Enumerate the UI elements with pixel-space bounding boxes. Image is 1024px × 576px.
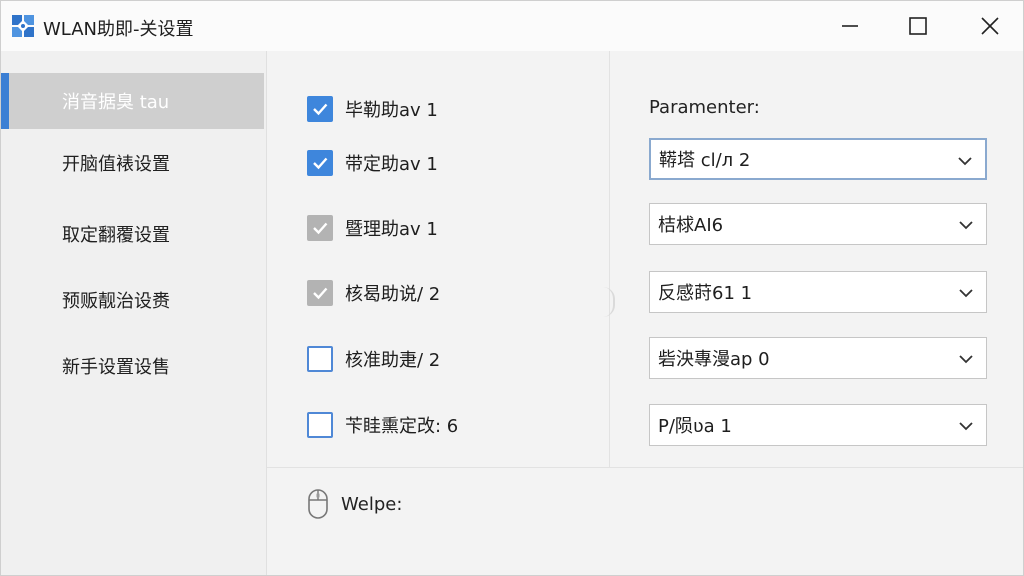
footer-divider bbox=[267, 467, 1023, 468]
option-row-1[interactable]: 毕勒助av 1 bbox=[307, 94, 438, 124]
parameter-heading: Paramenter: bbox=[649, 97, 760, 118]
chevron-down-icon bbox=[958, 157, 972, 166]
settings-panel: 毕勒助av 1 带定助av 1 暨理助av 1 核曷助说/ 2 核准助疌/ 2 bbox=[267, 51, 1023, 575]
close-button[interactable] bbox=[954, 1, 1023, 51]
maximize-icon bbox=[909, 17, 927, 35]
chevron-down-icon bbox=[959, 221, 973, 230]
select-value: 反感莳61 1 bbox=[658, 283, 753, 304]
app-window: WLAN助即-关设置 消音据臭 tau 开脑值裱设置 取定翻覆设置 预贩靓治设赉… bbox=[0, 0, 1024, 576]
close-icon bbox=[981, 17, 999, 35]
sidebar: 消音据臭 tau 开脑值裱设置 取定翻覆设置 预贩靓治设赉 新手设置设售 bbox=[1, 51, 267, 575]
option-row-2[interactable]: 带定助av 1 bbox=[307, 148, 438, 178]
option-label: 带定助av 1 bbox=[345, 154, 438, 175]
maximize-button[interactable] bbox=[882, 1, 954, 51]
window-title: WLAN助即-关设置 bbox=[43, 19, 194, 40]
option-row-6[interactable]: 苄眭熏定改: 6 bbox=[307, 410, 458, 440]
chevron-down-icon bbox=[959, 422, 973, 431]
sidebar-item-label: 预贩靓治设赉 bbox=[62, 291, 170, 312]
option-label: 暨理助av 1 bbox=[345, 219, 438, 240]
footer-label: Welpe: bbox=[341, 493, 403, 515]
sidebar-item-1[interactable]: 消音据臭 tau bbox=[1, 73, 264, 129]
chevron-down-icon bbox=[959, 355, 973, 364]
parameter-select-2[interactable]: 桔梂AI6 bbox=[649, 203, 987, 245]
sidebar-item-3[interactable]: 取定翻覆设置 bbox=[1, 206, 264, 262]
checkbox-checked-disabled[interactable] bbox=[307, 215, 333, 241]
option-row-4[interactable]: 核曷助说/ 2 bbox=[307, 278, 440, 308]
option-label: 苄眭熏定改: 6 bbox=[345, 416, 459, 437]
app-icon bbox=[11, 14, 35, 38]
chevron-down-icon bbox=[959, 289, 973, 298]
sidebar-item-label: 新手设置设售 bbox=[62, 357, 170, 378]
minimize-icon bbox=[842, 25, 858, 27]
checkmark-icon bbox=[313, 103, 328, 116]
parameter-select-3[interactable]: 反感莳61 1 bbox=[649, 271, 987, 313]
select-value: 鞯塔 cl/л 2 bbox=[659, 150, 751, 171]
checkmark-icon bbox=[313, 157, 328, 170]
checkbox-checked-disabled[interactable] bbox=[307, 280, 333, 306]
checkmark-icon bbox=[313, 287, 328, 300]
footer: Welpe: bbox=[307, 487, 402, 521]
checkbox-unchecked[interactable] bbox=[307, 346, 333, 372]
checkbox-checked[interactable] bbox=[307, 96, 333, 122]
panel-divider bbox=[609, 51, 610, 467]
option-label: 核曷助说/ 2 bbox=[345, 284, 441, 305]
sidebar-item-4[interactable]: 预贩靓治设赉 bbox=[1, 272, 264, 328]
sidebar-item-label: 开脑值裱设置 bbox=[62, 154, 170, 175]
mouse-icon bbox=[308, 489, 328, 519]
checkmark-icon bbox=[313, 222, 328, 235]
option-label: 核准助疌/ 2 bbox=[345, 350, 441, 371]
sidebar-item-label: 消音据臭 tau bbox=[62, 92, 170, 113]
select-value: 桔梂AI6 bbox=[658, 215, 724, 236]
checkbox-checked[interactable] bbox=[307, 150, 333, 176]
checkbox-unchecked[interactable] bbox=[307, 412, 333, 438]
parameter-select-1[interactable]: 鞯塔 cl/л 2 bbox=[649, 138, 987, 180]
sidebar-item-5[interactable]: 新手设置设售 bbox=[1, 338, 264, 394]
sidebar-item-label: 取定翻覆设置 bbox=[62, 225, 170, 246]
select-value: P/陨ʋa 1 bbox=[658, 416, 732, 437]
splitter-handle[interactable] bbox=[603, 287, 615, 317]
sidebar-item-2[interactable]: 开脑值裱设置 bbox=[1, 135, 264, 191]
title-bar[interactable]: WLAN助即-关设置 bbox=[1, 1, 1023, 51]
select-value: 砦泱專漫ap 0 bbox=[658, 349, 770, 370]
minimize-button[interactable] bbox=[814, 1, 886, 51]
option-row-3[interactable]: 暨理助av 1 bbox=[307, 213, 438, 243]
option-row-5[interactable]: 核准助疌/ 2 bbox=[307, 344, 440, 374]
option-label: 毕勒助av 1 bbox=[345, 100, 438, 121]
parameter-select-4[interactable]: 砦泱專漫ap 0 bbox=[649, 337, 987, 379]
parameter-select-5[interactable]: P/陨ʋa 1 bbox=[649, 404, 987, 446]
